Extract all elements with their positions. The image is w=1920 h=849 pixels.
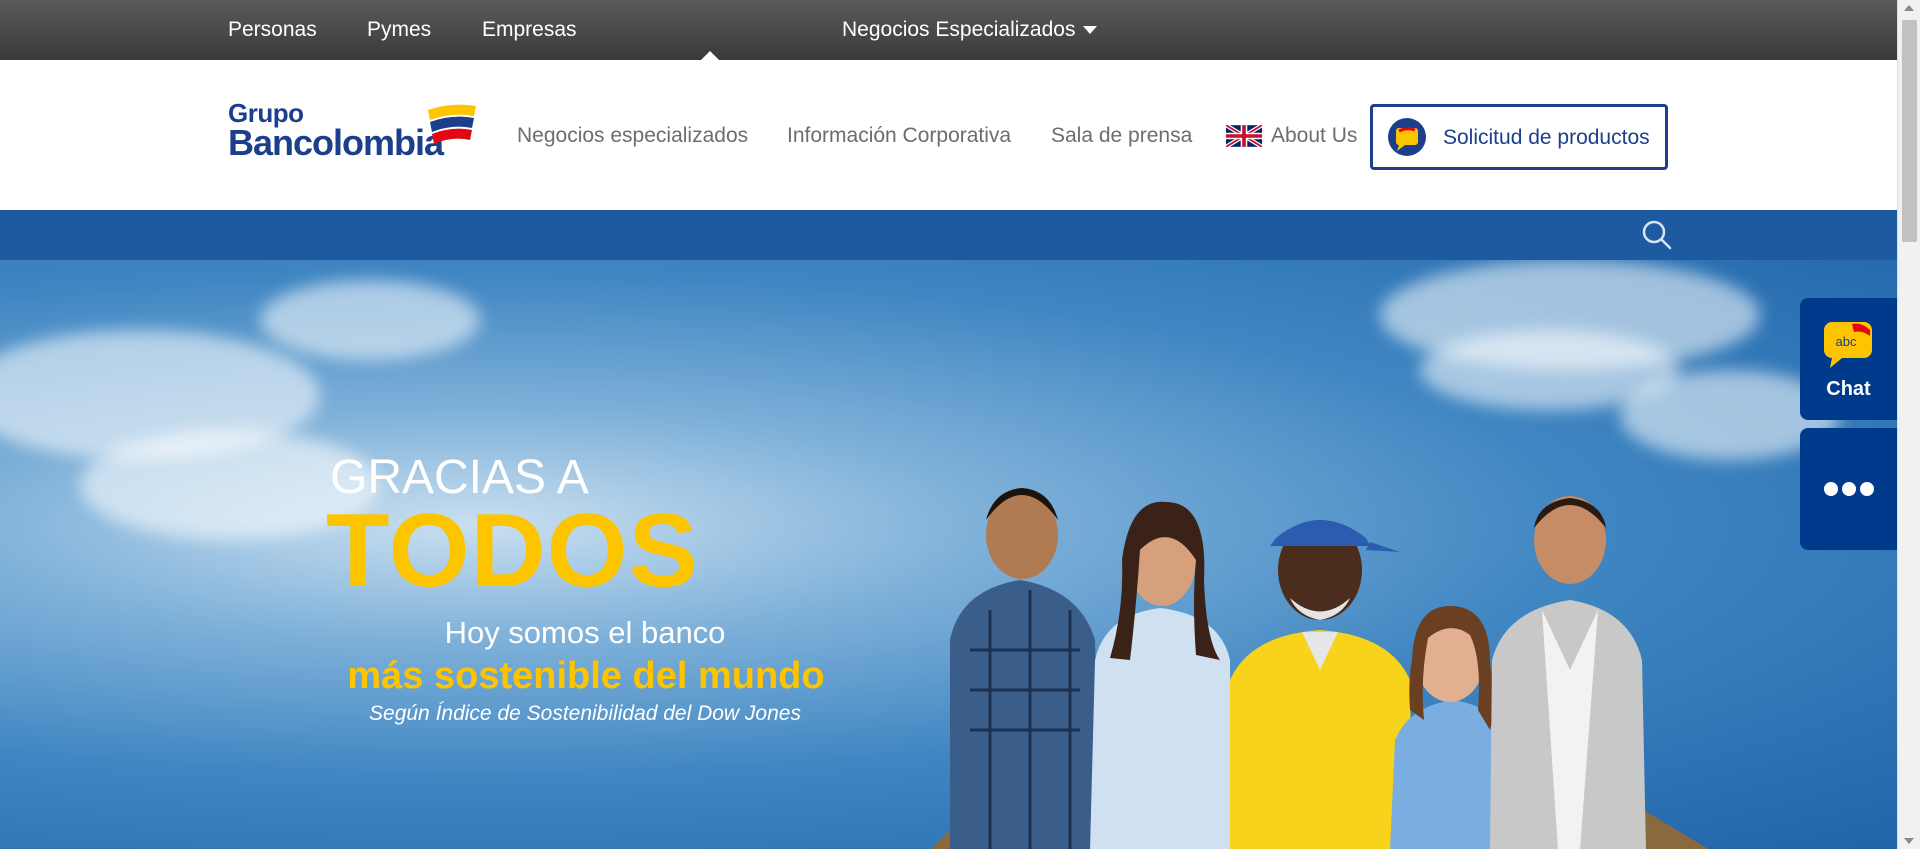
top-navigation-bar: Personas Pymes Empresas Negocios Especia… [0, 0, 1897, 60]
topnav-empresas[interactable]: Empresas [482, 18, 577, 42]
hero-banner[interactable]: GRACIAS A TODOS Hoy somos el banco más s… [0, 260, 1897, 849]
uk-flag-icon [1226, 125, 1262, 147]
hero-source-note: Según Índice de Sostenibilidad del Dow J… [369, 702, 801, 725]
more-dots-icon [1842, 482, 1856, 496]
logo-stripes-icon [428, 104, 476, 144]
nav-about-us[interactable]: About Us [1271, 124, 1357, 148]
bancolombia-logo[interactable]: Grupo Bancolombia [228, 98, 480, 166]
hero-highlight: más sostenible del mundo [347, 655, 825, 697]
chat-bubble-icon: abc [1824, 322, 1872, 368]
chat-label: Chat [1826, 378, 1871, 400]
more-dots-icon [1824, 482, 1838, 496]
scrollbar-thumb[interactable] [1902, 20, 1917, 242]
chat-bubble-text: abc [1836, 334, 1857, 349]
hero-subheading: Hoy somos el banco [444, 615, 726, 650]
hero-heading-todos: TODOS [326, 493, 699, 609]
topnav-negocios-especializados[interactable]: Negocios Especializados [842, 18, 1098, 42]
caret-down-icon [1083, 26, 1098, 35]
chat-widget[interactable]: abc Chat [1800, 298, 1897, 420]
solicitud-productos-button[interactable]: Solicitud de productos [1370, 104, 1668, 170]
nav-informacion-corporativa[interactable]: Información Corporativa [787, 124, 1011, 148]
vertical-scrollbar[interactable] [1897, 0, 1920, 849]
nav-negocios-especializados[interactable]: Negocios especializados [517, 124, 748, 148]
product-request-icon [1388, 118, 1426, 156]
scroll-up-icon[interactable] [1904, 5, 1914, 11]
main-header: Grupo Bancolombia Negocios especializado… [0, 60, 1897, 210]
scroll-down-icon[interactable] [1904, 838, 1914, 844]
solicitud-productos-label: Solicitud de productos [1443, 126, 1650, 149]
more-dots-icon [1860, 482, 1874, 496]
more-options-widget[interactable] [1800, 428, 1897, 550]
topnav-personas[interactable]: Personas [228, 18, 317, 42]
logo-line-bancolombia: Bancolombia [228, 122, 444, 163]
nav-sala-de-prensa[interactable]: Sala de prensa [1051, 124, 1192, 148]
active-indicator [701, 51, 719, 60]
topnav-negocios-label: Negocios Especializados [842, 18, 1076, 41]
search-icon[interactable] [1640, 218, 1674, 252]
topnav-pymes[interactable]: Pymes [367, 18, 431, 42]
hero-people-photo [931, 488, 1709, 849]
search-bar-strip [0, 210, 1897, 260]
cloud [260, 280, 480, 360]
